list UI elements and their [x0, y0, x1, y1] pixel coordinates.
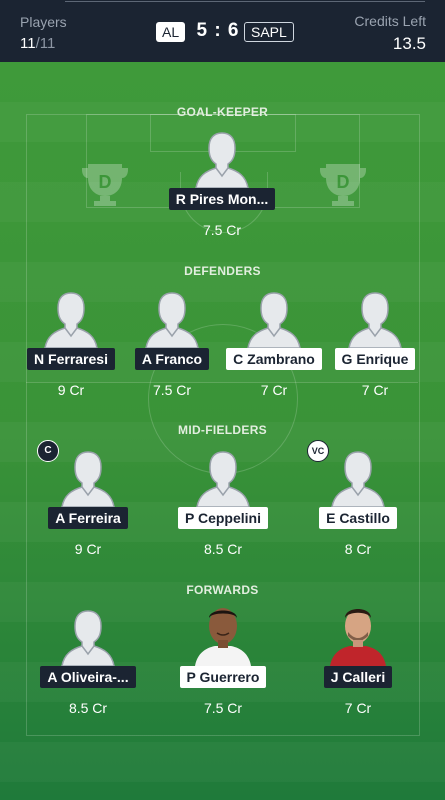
player-credit: 7 Cr: [260, 382, 288, 398]
player-photo: [326, 602, 390, 666]
player-card-def3[interactable]: C Zambrano 7 Cr: [219, 290, 329, 398]
player-name: A Franco: [134, 348, 210, 370]
player-card-def2[interactable]: A Franco 7.5 Cr: [117, 290, 227, 398]
player-name: J Calleri: [323, 666, 393, 688]
player-card-def4[interactable]: G Enrique 7 Cr: [320, 290, 430, 398]
section-title-midfielders: MID-FIELDERS: [178, 423, 267, 437]
team-count-score: 5 : 6: [196, 20, 240, 41]
player-avatar: [191, 449, 255, 508]
player-avatar: [39, 290, 103, 349]
player-card-fwd1[interactable]: A Oliveira-... 8.5 Cr: [33, 608, 143, 716]
player-card-mid1[interactable]: A Ferreira 9 Cr: [33, 449, 143, 557]
svg-text:D: D: [99, 172, 112, 192]
player-credit: 7 Cr: [361, 382, 389, 398]
team-b-tag: SAPL: [244, 22, 294, 42]
team-a-tag: AL: [156, 22, 186, 42]
player-credit: 7.5 Cr: [152, 382, 192, 398]
player-avatar: [56, 608, 120, 667]
player-credit: 9 Cr: [74, 541, 102, 557]
player-name: G Enrique: [334, 348, 416, 370]
player-name: P Guerrero: [179, 666, 267, 688]
player-name: P Ceppelini: [178, 507, 268, 529]
player-card-mid3[interactable]: E Castillo 8 Cr: [303, 449, 413, 557]
player-card-fwd3[interactable]: J Calleri 7 Cr: [303, 602, 413, 716]
player-name: A Oliveira-...: [40, 666, 136, 688]
trophy-icon: D: [82, 164, 128, 206]
player-photo: [191, 602, 255, 666]
player-avatar: [343, 290, 407, 349]
player-credit: 8 Cr: [344, 541, 372, 557]
player-name: A Ferreira: [48, 507, 128, 529]
trophy-icon: D: [320, 164, 366, 206]
credits-left-value: 13.5: [392, 34, 426, 53]
player-avatar: [140, 290, 204, 349]
vice-captain-badge: VC: [307, 440, 329, 462]
player-credit: 7 Cr: [344, 700, 372, 716]
player-credit: 9 Cr: [57, 382, 85, 398]
players-label: Players: [20, 14, 67, 30]
credits-left-label: Credits Left: [354, 13, 426, 29]
players-count: 11/11: [20, 35, 56, 52]
player-card-gk[interactable]: R Pires Mon... 7.5 Cr: [167, 130, 277, 238]
player-name: R Pires Mon...: [168, 188, 276, 210]
player-credit: 8.5 Cr: [203, 541, 243, 557]
section-title-defenders: DEFENDERS: [184, 264, 261, 278]
player-avatar: [326, 449, 390, 508]
player-credit: 7.5 Cr: [203, 700, 243, 716]
section-title-goalkeeper: GOAL-KEEPER: [176, 105, 269, 119]
section-title-forwards: FORWARDS: [186, 583, 259, 597]
player-name: E Castillo: [319, 507, 397, 529]
player-credit: 7.5 Cr: [202, 222, 242, 238]
player-card-mid2[interactable]: P Ceppelini 8.5 Cr: [168, 449, 278, 557]
player-credit: 8.5 Cr: [68, 700, 108, 716]
player-card-def1[interactable]: N Ferraresi 9 Cr: [16, 290, 126, 398]
player-name: C Zambrano: [226, 348, 322, 370]
svg-text:D: D: [337, 172, 350, 192]
player-avatar: [242, 290, 306, 349]
divider: [65, 1, 425, 2]
player-avatar: [56, 449, 120, 508]
player-card-fwd2[interactable]: P Guerrero 7.5 Cr: [168, 602, 278, 716]
player-avatar: [190, 130, 254, 189]
top-bar: Players 11/11 AL 5 : 6 SAPL Credits Left…: [0, 0, 445, 62]
player-name: N Ferraresi: [27, 348, 115, 370]
captain-badge: C: [37, 440, 59, 462]
